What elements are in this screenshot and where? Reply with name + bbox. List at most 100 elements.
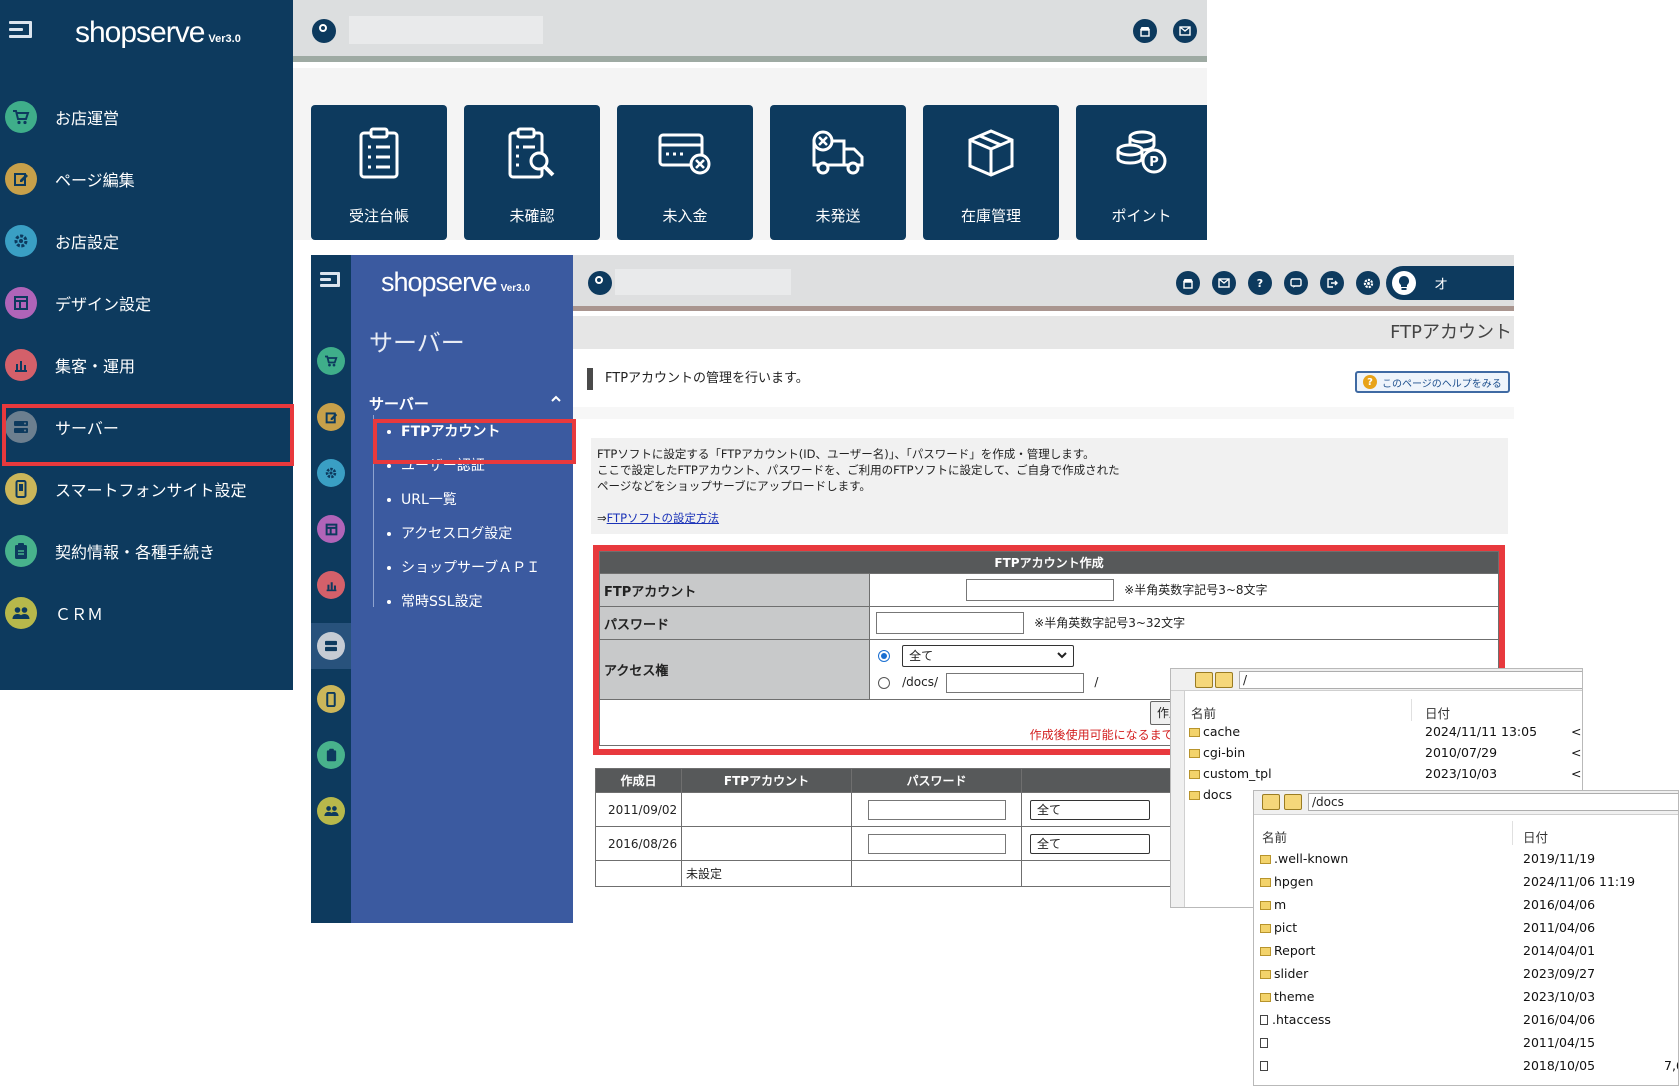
phone-icon bbox=[5, 473, 37, 505]
list-item[interactable]: Report 2014/04/01 bbox=[1254, 943, 1678, 964]
list-item[interactable]: hpgen 2024/11/06 11:19 bbox=[1254, 874, 1678, 895]
sidebar-item-store-settings[interactable]: お店設定 bbox=[0, 210, 293, 272]
description-line: ページなどをショップサーブにアップロードします。 bbox=[597, 479, 871, 493]
icon-rail bbox=[311, 255, 351, 923]
list-item[interactable]: .htaccess 2016/04/06 bbox=[1254, 1012, 1678, 1033]
submenu-ssl[interactable]: 常時SSL設定 bbox=[387, 591, 483, 611]
server-icon[interactable] bbox=[317, 632, 345, 660]
folder-icon bbox=[1260, 878, 1271, 887]
path-input[interactable]: /docs bbox=[1308, 793, 1678, 811]
menu-group-label[interactable]: サーバー bbox=[369, 393, 429, 414]
mail-icon[interactable] bbox=[1212, 271, 1236, 295]
tile-inventory[interactable]: 在庫管理 bbox=[923, 105, 1059, 240]
column-header-name[interactable]: 名前 bbox=[1191, 703, 1216, 722]
server-submenu: shopserve Ver3.0 サーバー サーバー FTPアカウント ユーザー認… bbox=[351, 255, 573, 923]
password-field[interactable] bbox=[868, 833, 1006, 854]
tile-unconfirmed[interactable]: 未確認 bbox=[464, 105, 600, 240]
menu-toggle-icon[interactable] bbox=[320, 272, 348, 296]
account-name: 未設定 bbox=[681, 860, 852, 887]
edit-icon bbox=[5, 163, 37, 195]
tile-label: 受注台帳 bbox=[348, 207, 409, 225]
submenu-access-log[interactable]: アクセスログ設定 bbox=[387, 523, 512, 543]
intro-text: FTPアカウントの管理を行います。 bbox=[587, 368, 809, 390]
shop-name-field bbox=[615, 269, 791, 295]
sidebar-item-label: デザイン設定 bbox=[55, 295, 152, 314]
list-item[interactable]: 2018/10/057,6 bbox=[1254, 1058, 1678, 1079]
open-folder-icon[interactable] bbox=[1215, 672, 1233, 688]
chat-icon[interactable] bbox=[1284, 271, 1308, 295]
menu-toggle-icon[interactable] bbox=[9, 21, 37, 45]
store-icon[interactable] bbox=[1133, 19, 1157, 43]
cart-icon[interactable] bbox=[317, 347, 345, 375]
access-docs-radio[interactable] bbox=[878, 676, 890, 689]
edit-icon[interactable] bbox=[317, 403, 345, 431]
list-item[interactable]: cache2024/11/11 13:05<I bbox=[1171, 724, 1582, 745]
chart-icon[interactable] bbox=[317, 571, 345, 599]
mail-icon[interactable] bbox=[1173, 19, 1197, 43]
user-icon[interactable] bbox=[312, 19, 336, 43]
column-header-date[interactable]: 日付 bbox=[1523, 827, 1548, 846]
password-input[interactable] bbox=[876, 612, 1024, 634]
truck-x-icon bbox=[770, 123, 906, 183]
tips-button[interactable]: オ bbox=[1386, 266, 1514, 300]
access-select[interactable]: 全て bbox=[1030, 799, 1150, 820]
list-item[interactable]: m 2016/04/06 bbox=[1254, 897, 1678, 918]
ftp-settings-link[interactable]: FTPソフトの設定方法 bbox=[607, 511, 719, 525]
file-icon bbox=[1260, 1015, 1268, 1025]
tile-unpaid[interactable]: 未入金 bbox=[617, 105, 753, 240]
sidebar-item-contract[interactable]: 契約情報・各種手続き bbox=[0, 520, 293, 582]
gear-icon[interactable] bbox=[317, 459, 345, 487]
user-icon[interactable] bbox=[588, 271, 612, 295]
folder-up-icon[interactable] bbox=[1195, 672, 1213, 688]
help-page-button[interactable]: ? このページのヘルプをみる bbox=[1355, 371, 1510, 393]
highlight-ftp-account bbox=[373, 419, 576, 464]
layout-icon[interactable] bbox=[317, 515, 345, 543]
tile-unshipped[interactable]: 未発送 bbox=[770, 105, 906, 240]
column-header-name[interactable]: 名前 bbox=[1262, 827, 1287, 846]
list-item[interactable]: slider 2023/09/27 bbox=[1254, 966, 1678, 987]
phone-icon[interactable] bbox=[317, 685, 345, 713]
list-item[interactable]: 2011/04/15 bbox=[1254, 1035, 1678, 1056]
brand-logo[interactable]: shopserve Ver3.0 bbox=[381, 267, 530, 298]
list-item[interactable]: cgi-bin2010/07/29<I bbox=[1171, 745, 1582, 766]
ftp-help-link-row: ⇒FTPソフトの設定方法 bbox=[597, 511, 720, 525]
sidebar-item-page-edit[interactable]: ページ編集 bbox=[0, 148, 293, 210]
tile-order-ledger[interactable]: 受注台帳 bbox=[311, 105, 447, 240]
access-select[interactable]: 全て bbox=[902, 644, 1075, 667]
column-header: パスワード bbox=[851, 768, 1022, 793]
sidebar-item-crm[interactable]: ＣＲＭ bbox=[0, 582, 293, 644]
help-icon[interactable]: ? bbox=[1248, 271, 1272, 295]
logout-icon[interactable] bbox=[1320, 271, 1344, 295]
sidebar-item-smartphone[interactable]: スマートフォンサイト設定 bbox=[0, 458, 293, 520]
clipboard-icon[interactable] bbox=[317, 741, 345, 769]
highlight-server-item bbox=[2, 404, 294, 466]
column-header-date[interactable]: 日付 bbox=[1425, 703, 1450, 722]
store-icon[interactable] bbox=[1176, 271, 1200, 295]
coins-icon: P bbox=[1076, 123, 1207, 183]
password-field[interactable] bbox=[868, 799, 1006, 820]
access-all-radio[interactable] bbox=[878, 649, 890, 662]
access-select[interactable]: 全て bbox=[1030, 833, 1150, 854]
sidebar-item-marketing[interactable]: 集客・運用 bbox=[0, 334, 293, 396]
list-item[interactable]: custom_tpl2023/10/03<I bbox=[1171, 766, 1582, 787]
open-folder-icon[interactable] bbox=[1284, 794, 1302, 810]
cart-icon bbox=[5, 101, 37, 133]
list-item[interactable]: pict 2011/04/06 bbox=[1254, 920, 1678, 941]
submenu-shopserve-api[interactable]: ショップサーブＡＰＩ bbox=[387, 557, 540, 577]
created-date bbox=[595, 860, 682, 887]
docs-subpath-input[interactable] bbox=[946, 672, 1085, 693]
list-item[interactable]: theme 2023/10/03 bbox=[1254, 989, 1678, 1010]
tile-points[interactable]: P ポイント bbox=[1076, 105, 1207, 240]
access-label: アクセス権 bbox=[599, 639, 870, 700]
settings-icon[interactable] bbox=[1356, 271, 1380, 295]
sidebar-item-design-settings[interactable]: デザイン設定 bbox=[0, 272, 293, 334]
brand-logo[interactable]: shopserve Ver3.0 bbox=[75, 16, 241, 50]
submenu-url-list[interactable]: URL一覧 bbox=[387, 489, 457, 509]
people-icon[interactable] bbox=[317, 797, 345, 825]
folder-up-icon[interactable] bbox=[1262, 794, 1280, 810]
chevron-up-icon[interactable] bbox=[551, 391, 561, 405]
ftp-account-input[interactable] bbox=[966, 579, 1114, 601]
list-item[interactable]: .well-known 2019/11/19 bbox=[1254, 851, 1678, 872]
sidebar-item-store-operation[interactable]: お店運営 bbox=[0, 86, 293, 148]
path-input[interactable]: / bbox=[1239, 671, 1582, 689]
